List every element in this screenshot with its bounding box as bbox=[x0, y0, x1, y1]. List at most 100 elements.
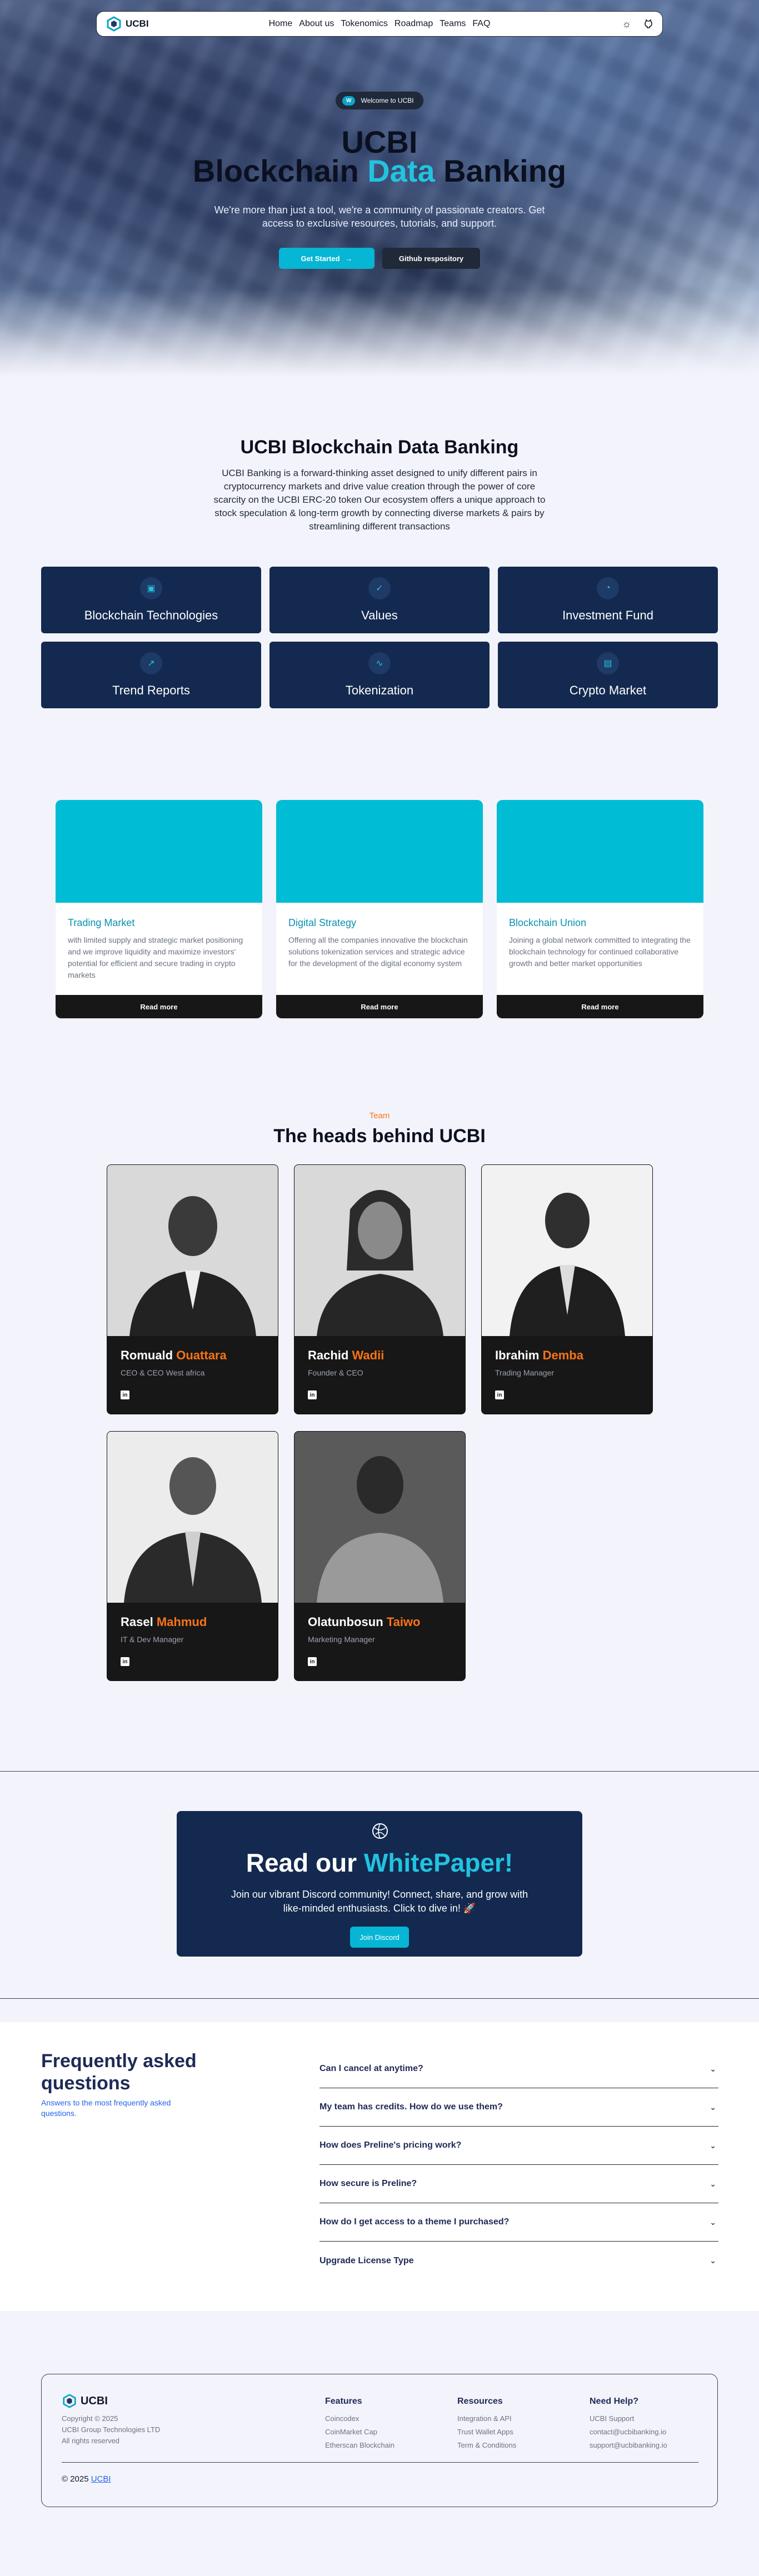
section-divider bbox=[0, 1998, 759, 1999]
card-title: Blockchain Union bbox=[509, 917, 587, 928]
nav-link-about[interactable]: About us bbox=[299, 19, 334, 29]
hero-subtitle: We're more than just a tool, we're a com… bbox=[214, 204, 545, 229]
feature-blockchain-technologies[interactable]: ▣ Blockchain Technologies bbox=[41, 567, 261, 633]
building-icon: ▣ bbox=[140, 577, 162, 599]
hero-title-word-data: Data bbox=[367, 153, 435, 188]
linkedin-icon[interactable]: in bbox=[308, 1657, 317, 1666]
team-title: The heads behind UCBI bbox=[273, 1126, 486, 1147]
arrow-right-icon: → bbox=[345, 254, 353, 263]
footer-link[interactable]: Trust Wallet Apps bbox=[457, 2425, 568, 2439]
chevron-down-icon: ⌄ bbox=[710, 2140, 716, 2150]
nav-link-home[interactable]: Home bbox=[269, 19, 293, 29]
footer-link[interactable]: support@ucbibanking.io bbox=[590, 2439, 701, 2452]
person-silhouette-icon bbox=[317, 1190, 443, 1336]
theme-toggle-sun-icon[interactable]: ☼ bbox=[622, 18, 632, 30]
member-role: Founder & CEO bbox=[308, 1368, 363, 1377]
member-last-name: Mahmud bbox=[156, 1615, 207, 1629]
linkedin-icon[interactable]: in bbox=[121, 1390, 129, 1399]
check-circle-icon: ✓ bbox=[368, 577, 391, 599]
feature-investment-fund[interactable]: ◔ Investment Fund bbox=[498, 567, 718, 633]
whitepaper-title-accent: WhitePaper! bbox=[363, 1848, 513, 1877]
hero-background bbox=[0, 0, 759, 378]
github-icon[interactable] bbox=[643, 19, 653, 29]
nav-link-teams[interactable]: Teams bbox=[440, 19, 466, 29]
member-photo bbox=[294, 1165, 465, 1336]
card-image bbox=[497, 800, 703, 903]
faq-item[interactable]: How does Preline's pricing work? ⌄ bbox=[319, 2127, 718, 2165]
get-started-label: Get Started bbox=[301, 254, 340, 263]
chevron-down-icon: ⌄ bbox=[710, 2102, 716, 2112]
person-silhouette-icon bbox=[317, 1456, 443, 1603]
member-last-name: Demba bbox=[542, 1348, 583, 1362]
member-first-name: Rasel bbox=[121, 1615, 153, 1629]
member-photo bbox=[107, 1165, 278, 1336]
card-text: with limited supply and strategic market… bbox=[68, 936, 243, 979]
footer-copy-brand-link[interactable]: UCBI bbox=[91, 2474, 111, 2484]
feature-trend-reports[interactable]: ↗ Trend Reports bbox=[41, 642, 261, 708]
nav-link-faq[interactable]: FAQ bbox=[472, 19, 490, 29]
footer-link[interactable]: contact@ucbibanking.io bbox=[590, 2425, 701, 2439]
top-navbar: UCBI Home About us Tokenomics Roadmap Te… bbox=[96, 11, 663, 37]
card-title: Trading Market bbox=[68, 917, 135, 928]
whitepaper-text: Join our vibrant Discord community! Conn… bbox=[231, 1889, 528, 1914]
footer-link[interactable]: Term & Conditions bbox=[457, 2439, 568, 2452]
feature-crypto-market[interactable]: ▤ Crypto Market bbox=[498, 642, 718, 708]
card-digital-strategy: Digital Strategy Offering all the compan… bbox=[276, 800, 483, 1018]
faq-item[interactable]: Upgrade License Type ⌄ bbox=[319, 2242, 718, 2280]
team-member-card: Romuald Ouattara CEO & CEO West africa i… bbox=[107, 1164, 278, 1414]
footer-col-resources: Resources Integration & API Trust Wallet… bbox=[457, 2397, 568, 2452]
faq-question: How does Preline's pricing work? bbox=[319, 2140, 462, 2150]
team-member-card: Rasel Mahmud IT & Dev Manager in bbox=[107, 1431, 278, 1681]
footer-link[interactable]: UCBI Support bbox=[590, 2412, 701, 2425]
faq-item[interactable]: How secure is Preline? ⌄ bbox=[319, 2165, 718, 2203]
faq-question: Can I cancel at anytime? bbox=[319, 2064, 423, 2073]
team-member-card: Ibrahim Demba Trading Manager in bbox=[481, 1164, 653, 1414]
faq-list: Can I cancel at anytime? ⌄ My team has cr… bbox=[319, 2050, 718, 2280]
read-more-button[interactable]: Read more bbox=[56, 995, 262, 1018]
member-name: Ibrahim Demba bbox=[495, 1348, 583, 1363]
chevron-down-icon: ⌄ bbox=[710, 2179, 716, 2188]
linkedin-icon[interactable]: in bbox=[308, 1390, 317, 1399]
hero-title-line2: Blockchain Data Banking bbox=[0, 156, 759, 187]
linkedin-icon[interactable]: in bbox=[121, 1657, 129, 1666]
footer-link[interactable]: Coincodex bbox=[325, 2412, 436, 2425]
faq-item[interactable]: How do I get access to a theme I purchas… bbox=[319, 2203, 718, 2242]
read-more-button[interactable]: Read more bbox=[276, 995, 483, 1018]
footer-logo[interactable]: UCBI bbox=[62, 2393, 108, 2409]
faq-title: Frequently asked questions bbox=[41, 2050, 197, 2094]
member-last-name: Ouattara bbox=[176, 1348, 227, 1362]
footer-divider bbox=[62, 2462, 698, 2463]
whitepaper-title: Read our WhitePaper! bbox=[177, 1848, 582, 1878]
ucbi-logo-icon bbox=[107, 16, 121, 32]
nav-link-roadmap[interactable]: Roadmap bbox=[395, 19, 433, 29]
join-discord-button[interactable]: Join Discord bbox=[350, 1927, 409, 1948]
linkedin-icon[interactable]: in bbox=[495, 1390, 504, 1399]
footer-bottom-copyright: © 2025 UCBI bbox=[62, 2474, 111, 2484]
get-started-button[interactable]: Get Started → bbox=[279, 248, 374, 269]
feature-values[interactable]: ✓ Values bbox=[269, 567, 490, 633]
card-blockchain-union: Blockchain Union Joining a global networ… bbox=[497, 800, 703, 1018]
footer-col-features: Features Coincodex CoinMarket Cap Ethers… bbox=[325, 2397, 436, 2452]
footer-link[interactable]: Etherscan Blockchain bbox=[325, 2439, 436, 2452]
welcome-badge[interactable]: W Welcome to UCBI bbox=[335, 91, 424, 110]
github-repository-label: Github respository bbox=[398, 254, 464, 263]
read-more-button[interactable]: Read more bbox=[497, 995, 703, 1018]
faq-subtitle: Answers to the most frequently asked que… bbox=[41, 2098, 171, 2118]
card-text: Offering all the companies innovative th… bbox=[288, 936, 468, 968]
brand-logo[interactable]: UCBI bbox=[106, 16, 149, 32]
member-first-name: Rachid bbox=[308, 1348, 349, 1362]
footer-brand: UCBI bbox=[81, 2394, 108, 2407]
footer-link[interactable]: Integration & API bbox=[457, 2412, 568, 2425]
github-repository-button[interactable]: Github respository bbox=[382, 248, 480, 269]
footer-meta: Copyright © 2025 UCBI Group Technologies… bbox=[62, 2413, 160, 2447]
brand-name: UCBI bbox=[126, 18, 149, 29]
faq-item[interactable]: My team has credits. How do we use them?… bbox=[319, 2088, 718, 2127]
footer-link[interactable]: CoinMarket Cap bbox=[325, 2425, 436, 2439]
feature-tokenization[interactable]: ∿ Tokenization bbox=[269, 642, 490, 708]
member-last-name: Wadii bbox=[352, 1348, 385, 1362]
faq-item[interactable]: Can I cancel at anytime? ⌄ bbox=[319, 2050, 718, 2088]
card-text: Joining a global network committed to in… bbox=[509, 936, 691, 968]
footer-rights: All rights reserved bbox=[62, 2437, 120, 2445]
footer-copy-prefix: © 2025 bbox=[62, 2474, 89, 2484]
nav-link-tokenomics[interactable]: Tokenomics bbox=[341, 19, 387, 29]
